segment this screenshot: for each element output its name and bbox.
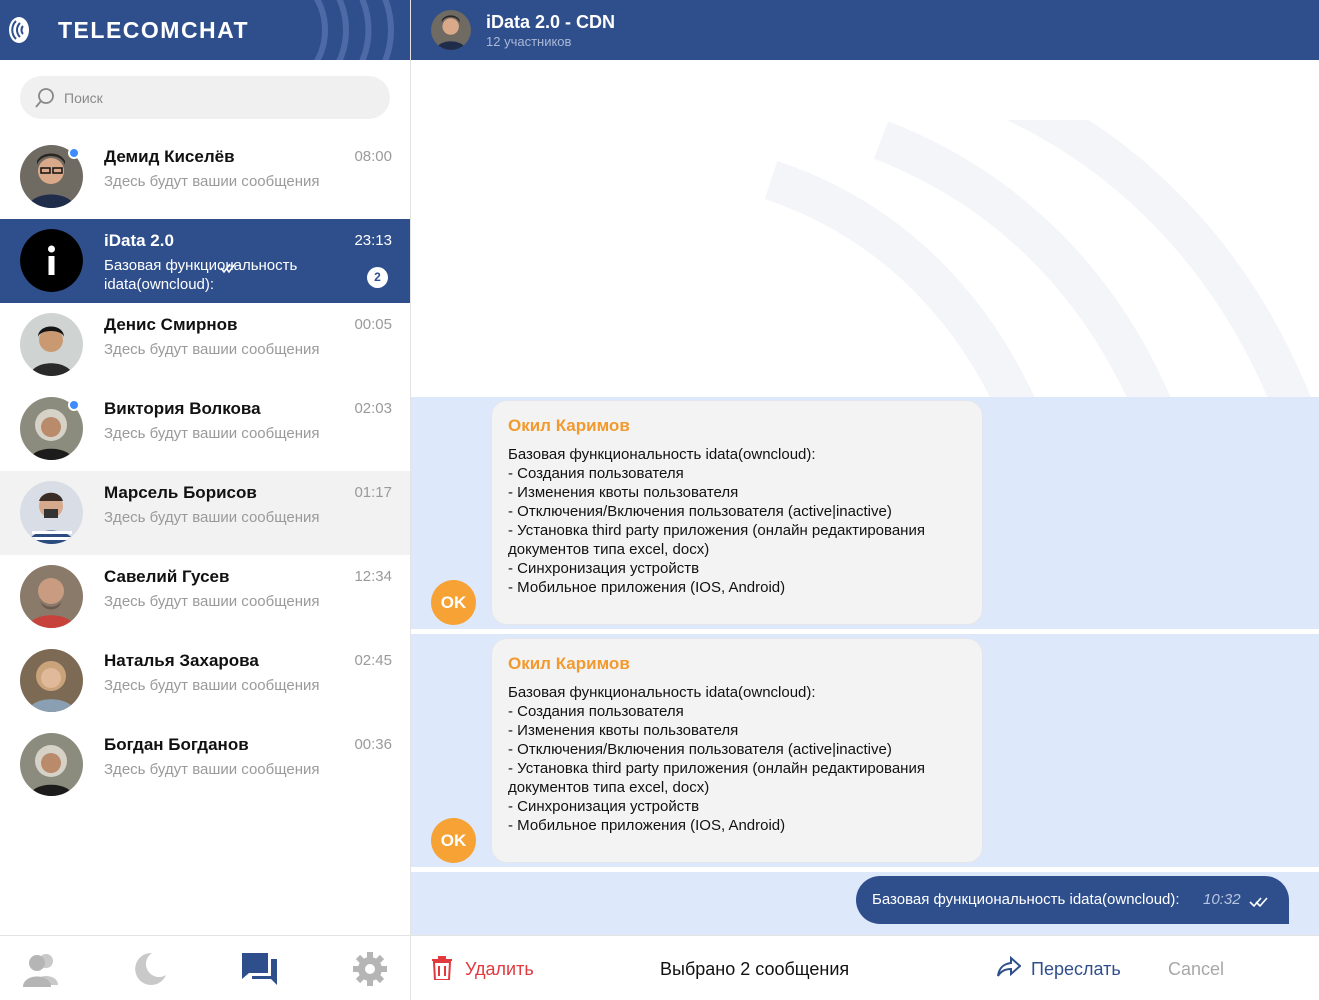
search-icon (35, 88, 54, 108)
avatar (20, 481, 83, 544)
chat-item[interactable]: Марсель Борисов Здесь будут вашии сообще… (0, 471, 410, 555)
chat-list-panel: TELECOMCHAT Демид Киселёв Здесь будут ва… (0, 0, 411, 1000)
selected-count: Выбрано 2 сообщения (660, 959, 850, 979)
chat-name: Наталья Захарова (104, 651, 259, 670)
night-mode-icon[interactable] (130, 951, 170, 987)
chat-time: 12:34 (354, 568, 392, 585)
chat-item[interactable]: Виктория Волкова Здесь будут вашии сообщ… (0, 387, 410, 471)
chat-name: Савелий Гусев (104, 567, 230, 586)
chat-item-active[interactable]: iData 2.0 Базовая функциональность idata… (0, 219, 410, 303)
avatar (20, 565, 83, 628)
waves-decoration-icon (313, 0, 394, 60)
chat-name: Демид Киселёв (104, 147, 235, 166)
participants-count: 12 участников (486, 34, 572, 49)
chat-time: 00:36 (354, 736, 392, 753)
message-area: Окил Каримов Базовая функциональность id… (411, 60, 1319, 935)
forward-arrow-icon (997, 955, 1022, 977)
own-message-bubble[interactable]: Базовая функциональность idata(owncloud)… (856, 876, 1289, 924)
cancel-button[interactable]: Cancel (1168, 959, 1224, 980)
search-input[interactable] (64, 76, 374, 119)
chat-item[interactable]: Демид Киселёв Здесь будут вашии сообщени… (0, 135, 410, 219)
message-bubble[interactable]: Окил Каримов Базовая функциональность id… (491, 400, 983, 625)
chat-time: 08:00 (354, 148, 392, 165)
conversation-panel: iData 2.0 - CDN 12 участников Окил Карим… (411, 0, 1319, 1000)
double-check-icon (220, 263, 236, 274)
conversation-title: iData 2.0 - CDN (486, 12, 616, 32)
message-text: Базовая функциональность idata(owncloud)… (508, 446, 925, 596)
chat-time: 23:13 (354, 232, 392, 249)
chat-item[interactable]: Савелий Гусев Здесь будут вашии сообщени… (0, 555, 410, 639)
avatar (20, 313, 83, 376)
chat-item[interactable]: Богдан Богданов Здесь будут вашии сообще… (0, 723, 410, 807)
chat-item[interactable]: Денис Смирнов Здесь будут вашии сообщени… (0, 303, 410, 387)
online-indicator (68, 147, 80, 159)
trash-icon (432, 956, 452, 981)
chat-preview: Здесь будут вашии сообщения (104, 761, 320, 778)
unread-badge: 2 (367, 267, 388, 288)
logo-icon (9, 17, 29, 43)
brand-name: TELECOMCHAT (58, 17, 250, 43)
avatar: OK (431, 580, 476, 625)
avatar (20, 649, 83, 712)
chat-name: Виктория Волкова (104, 399, 261, 418)
chat-name: Марсель Борисов (104, 483, 257, 502)
contacts-icon[interactable] (22, 951, 62, 987)
chat-preview: Здесь будут вашии сообщения (104, 593, 320, 610)
avatar: OK (431, 818, 476, 863)
chat-time: 02:45 (354, 652, 392, 669)
bottom-navigation (0, 935, 410, 1000)
chat-name: Богдан Богданов (104, 735, 249, 754)
message-time: 10:32 (1203, 891, 1241, 908)
chat-name: Денис Смирнов (104, 315, 238, 334)
chat-preview: Здесь будут вашии сообщения (104, 173, 320, 190)
chat-time: 00:05 (354, 316, 392, 333)
message-text: Базовая функциональность idata(owncloud)… (508, 684, 925, 834)
chat-time: 01:17 (354, 484, 392, 501)
message-sender: Окил Каримов (508, 654, 630, 673)
selection-action-bar: Удалить Выбрано 2 сообщения Переслать Ca… (411, 935, 1319, 1000)
chat-preview: Здесь будут вашии сообщения (104, 425, 320, 442)
chat-name: iData 2.0 (104, 231, 174, 250)
chat-preview: Здесь будут вашии сообщения (104, 341, 320, 358)
app-header: TELECOMCHAT (0, 0, 410, 60)
search-box[interactable] (20, 76, 390, 119)
settings-gear-icon[interactable] (350, 951, 390, 987)
avatar (20, 229, 83, 292)
online-indicator (68, 399, 80, 411)
forward-button[interactable]: Переслать (997, 955, 1121, 983)
message-text: Базовая функциональность idata(owncloud)… (872, 891, 1180, 908)
chat-time: 02:03 (354, 400, 392, 417)
chat-preview: Здесь будут вашии сообщения (104, 677, 320, 694)
message-bubble[interactable]: Окил Каримов Базовая функциональность id… (491, 638, 983, 863)
double-check-icon (1249, 897, 1268, 908)
message-sender: Окил Каримов (508, 416, 630, 435)
chats-icon[interactable] (240, 951, 280, 987)
delete-label: Удалить (465, 959, 534, 979)
chat-preview: Здесь будут вашии сообщения (104, 509, 320, 526)
forward-label: Переслать (1031, 959, 1121, 979)
chat-item[interactable]: Наталья Захарова Здесь будут вашии сообщ… (0, 639, 410, 723)
avatar (20, 733, 83, 796)
delete-button[interactable]: Удалить (431, 956, 534, 985)
avatar (431, 10, 471, 50)
conversation-header: iData 2.0 - CDN 12 участников (411, 0, 1319, 60)
